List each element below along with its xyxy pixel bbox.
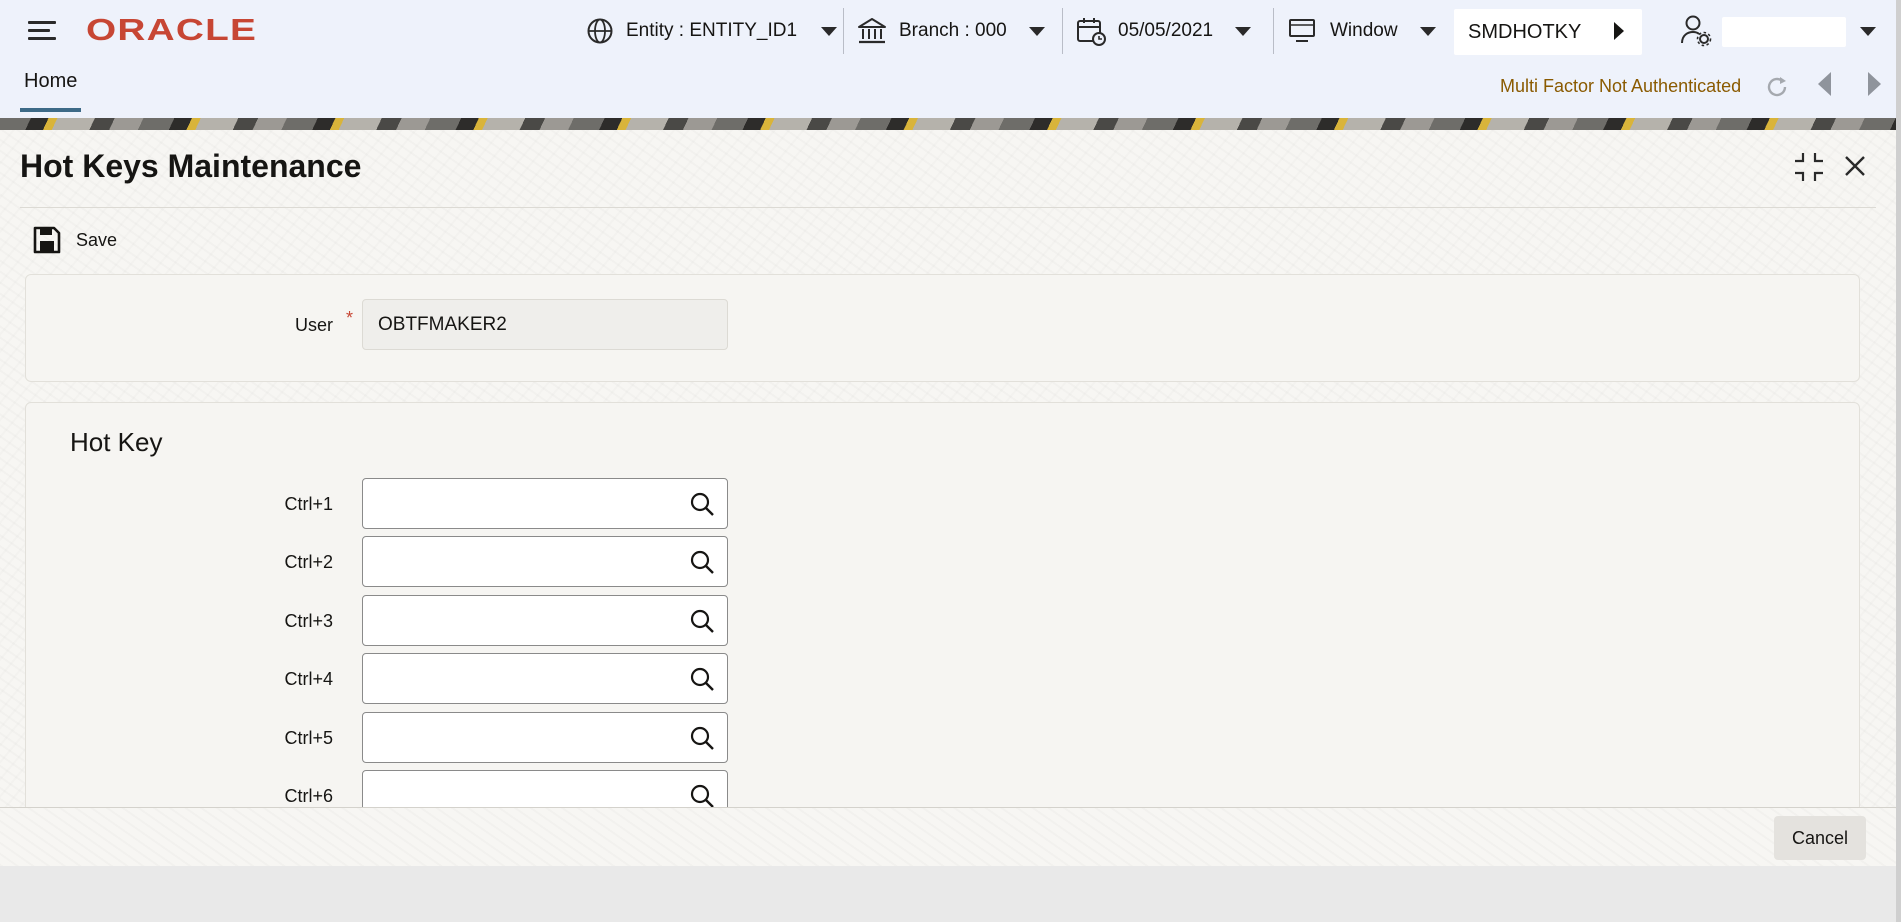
entity-dropdown-icon[interactable]	[821, 26, 838, 36]
hotkey-input-ctrl3[interactable]	[362, 595, 728, 646]
branch-label: Branch : 000	[899, 20, 1007, 41]
hotkey-label: Ctrl+1	[284, 494, 333, 514]
branch-dropdown-icon[interactable]	[1028, 26, 1045, 36]
previous-tab-icon[interactable]	[1818, 72, 1831, 96]
search-icon[interactable]	[689, 783, 715, 809]
hotkey-label: Ctrl+4	[284, 669, 333, 689]
user-settings-icon[interactable]	[1680, 13, 1712, 47]
hotkey-input-ctrl1[interactable]	[362, 478, 728, 529]
branch-selector[interactable]: Branch : 000	[857, 0, 1045, 62]
hotkey-input-ctrl4[interactable]	[362, 653, 728, 704]
tab-home-label: Home	[24, 70, 78, 92]
refresh-icon[interactable]	[1763, 73, 1791, 101]
title-divider	[20, 207, 1876, 208]
hotkey-input-ctrl5[interactable]	[362, 712, 728, 763]
search-icon[interactable]	[689, 666, 715, 692]
search-icon[interactable]	[689, 725, 715, 751]
save-label: Save	[76, 229, 118, 250]
user-name-box[interactable]	[1722, 17, 1846, 47]
hotkey-input-ctrl2[interactable]	[362, 536, 728, 587]
hotkey-label: Ctrl+2	[284, 552, 333, 572]
mfa-status: Multi Factor Not Authenticated	[1500, 76, 1742, 96]
tab-home[interactable]: Home	[20, 70, 82, 112]
hamburger-menu-icon[interactable]	[26, 16, 58, 44]
user-field: OBTFMAKER2	[362, 299, 728, 350]
hotkey-label: Ctrl+3	[284, 611, 333, 631]
calendar-icon	[1077, 18, 1106, 46]
window-footer: Cancel	[0, 807, 1896, 866]
header-divider	[1062, 8, 1063, 54]
date-dropdown-icon[interactable]	[1235, 26, 1252, 36]
next-tab-icon[interactable]	[1868, 72, 1881, 96]
search-icon[interactable]	[689, 608, 715, 634]
date-selector[interactable]: 05/05/2021	[1076, 0, 1252, 62]
required-indicator: *	[346, 308, 354, 328]
cancel-button[interactable]: Cancel	[1774, 816, 1866, 860]
section-title: Hot Key	[70, 427, 163, 457]
close-icon[interactable]	[1843, 154, 1867, 178]
function-id-value: SMDHOTKY	[1468, 20, 1582, 43]
user-dropdown-icon[interactable]	[1860, 27, 1876, 36]
entity-selector[interactable]: Entity : ENTITY_ID1	[586, 0, 838, 62]
decorative-banner	[0, 118, 1896, 130]
window-dropdown-icon[interactable]	[1419, 26, 1436, 36]
tab-bar: Home Multi Factor Not Authenticated	[0, 62, 1901, 118]
hotkey-label: Ctrl+6	[284, 786, 333, 806]
launch-function-icon[interactable]	[1614, 22, 1624, 40]
hot-keys-window: Hot Keys Maintenance Save User * OBTFMAK…	[0, 130, 1896, 866]
hotkey-label: Ctrl+5	[284, 728, 333, 748]
window-label: Window	[1330, 20, 1398, 41]
status-area	[0, 866, 1896, 922]
page-title: Hot Keys Maintenance	[20, 148, 362, 184]
hotkey-panel: Hot Key Ctrl+1 Ctrl+2 Ctrl+3 Ctrl+4 Ctrl…	[25, 402, 1860, 822]
minimize-window-icon[interactable]	[1792, 150, 1826, 184]
header-divider	[843, 8, 844, 54]
date-label: 05/05/2021	[1118, 20, 1214, 41]
user-label: User	[294, 315, 333, 335]
monitor-icon	[1289, 19, 1315, 42]
oracle-logo: ORACLE	[86, 12, 258, 47]
window-selector[interactable]: Window	[1288, 0, 1436, 62]
scrollbar-edge	[1896, 0, 1901, 922]
search-icon[interactable]	[689, 491, 715, 517]
top-header: ORACLE Entity : ENTITY_ID1 Branch : 000 …	[0, 0, 1901, 62]
save-button[interactable]: Save	[32, 224, 117, 256]
globe-icon	[587, 18, 613, 44]
bank-icon	[858, 18, 886, 44]
search-icon[interactable]	[689, 549, 715, 575]
active-tab-indicator	[20, 108, 82, 112]
entity-label: Entity : ENTITY_ID1	[626, 20, 798, 41]
user-value: OBTFMAKER2	[378, 313, 507, 335]
floppy-disk-icon	[33, 226, 61, 254]
user-panel: User * OBTFMAKER2	[25, 274, 1860, 382]
header-divider	[1273, 8, 1274, 54]
function-id-field[interactable]: SMDHOTKY	[1454, 9, 1642, 55]
